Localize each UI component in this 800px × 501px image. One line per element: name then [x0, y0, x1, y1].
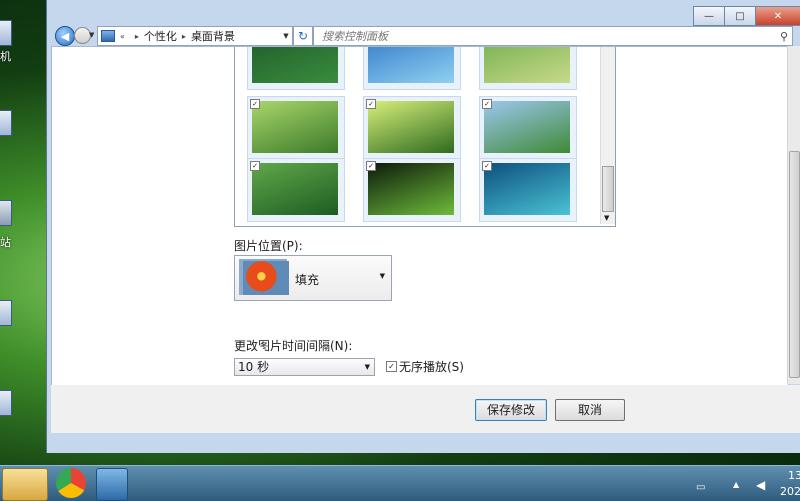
show-hidden-icons-icon[interactable]: ▲ — [733, 480, 739, 489]
minimize-button[interactable]: — — [693, 6, 725, 26]
wallpaper-thumbnail-dew-leaf[interactable]: ✓ — [363, 158, 461, 222]
interval-value: 10 秒 — [238, 360, 270, 374]
control-panel-icon — [101, 30, 115, 42]
refresh-icon: ↻ — [297, 29, 309, 43]
document-icon — [0, 300, 12, 326]
wallpaper-thumbnail-fish-coral[interactable] — [247, 47, 345, 90]
search-box[interactable]: ⚲ — [313, 26, 793, 46]
thumbnail-checkbox[interactable]: ✓ — [366, 161, 376, 171]
desktop-icon-item[interactable] — [0, 300, 40, 340]
chevron-right-icon[interactable]: « — [120, 32, 125, 41]
clock-date[interactable]: 2020 — [780, 485, 800, 498]
thumbnail-checkbox[interactable]: ✓ — [250, 161, 260, 171]
wallpaper-image — [484, 101, 570, 153]
wallpaper-thumbnail-sprout[interactable]: ✓ — [247, 96, 345, 160]
thumbnail-checkbox[interactable]: ✓ — [482, 161, 492, 171]
chevron-right-icon: ▸ — [134, 31, 139, 41]
computer-icon — [0, 20, 12, 46]
wallpaper-thumbnail-bamboo[interactable]: ✓ — [247, 158, 345, 222]
gallery-scrollbar[interactable]: ▼ — [600, 47, 615, 224]
desktop-icon-computer[interactable]: 机 — [0, 20, 40, 63]
clock-time[interactable]: 13 — [788, 469, 800, 482]
control-panel-window: — □ ✕ ◀ ▼ « ▸ 个性化 ▸ 桌面背景 ▼ ↻ ⚲ ▼ ✓ ✓ ✓ ✓ ✓ ✓ — [46, 0, 800, 453]
back-button[interactable]: ◀ — [55, 26, 75, 46]
search-icon[interactable]: ⚲ — [780, 30, 788, 43]
desktop-icon-label: 站 — [0, 236, 11, 249]
wallpaper-image — [368, 47, 454, 83]
chrome-taskbar-button[interactable] — [56, 468, 86, 498]
interval-dropdown[interactable]: 10 秒 ▼ — [234, 358, 375, 376]
cancel-button[interactable]: 取消 — [555, 399, 625, 421]
address-bar[interactable]: « ▸ 个性化 ▸ 桌面背景 ▼ — [97, 26, 293, 46]
document-icon — [0, 390, 12, 416]
checkmark-icon: ✓ — [388, 362, 395, 371]
gallery-scrollbar-thumb[interactable] — [602, 166, 614, 212]
search-input[interactable] — [320, 28, 764, 44]
thumbnail-checkbox[interactable]: ✓ — [250, 99, 260, 109]
desktop-icon-label: 机 — [0, 50, 11, 63]
address-row: ◀ ▼ « ▸ 个性化 ▸ 桌面背景 ▼ ↻ ⚲ — [51, 26, 797, 46]
wallpaper-image — [368, 101, 454, 153]
refresh-button[interactable]: ↻ — [293, 26, 313, 46]
breadcrumb-desktop-background[interactable]: 桌面背景 — [191, 28, 235, 44]
network-icon — [0, 110, 12, 136]
wallpaper-image — [484, 47, 570, 83]
button-bar: 保存修改 取消 — [51, 385, 800, 433]
thumbnail-checkbox[interactable]: ✓ — [366, 99, 376, 109]
wallpaper-thumbnail-green-hills[interactable]: ✓ — [479, 96, 577, 160]
volume-icon[interactable]: ◀ — [756, 478, 765, 492]
wallpaper-thumbnail-lagoon[interactable]: ✓ — [479, 158, 577, 222]
scroll-down-icon[interactable]: ▼ — [604, 214, 609, 222]
control-panel-taskbar-button[interactable] — [96, 468, 128, 501]
save-changes-button[interactable]: 保存修改 — [475, 399, 547, 421]
position-preview-image — [243, 261, 289, 295]
chevron-down-icon: ▼ — [379, 272, 385, 280]
close-button[interactable]: ✕ — [755, 6, 800, 26]
desktop-icon-item[interactable] — [0, 390, 40, 430]
main-scrollbar[interactable] — [787, 46, 800, 384]
picture-position-dropdown[interactable]: 填充 ▼ — [234, 255, 392, 301]
wallpaper-image — [252, 101, 338, 153]
interval-label: 更改图片时间间隔(N): — [234, 339, 353, 353]
wallpaper-thumbnail-palm-beach[interactable] — [363, 47, 461, 90]
shuffle-checkbox[interactable]: ✓ — [386, 361, 397, 372]
wallpaper-image — [252, 163, 338, 215]
picture-position-value: 填充 — [295, 273, 320, 287]
explorer-taskbar-button[interactable] — [2, 468, 48, 501]
shuffle-label[interactable]: 无序播放(S) — [399, 358, 464, 375]
keyboard-icon[interactable]: ▭ — [696, 482, 705, 493]
chevron-down-icon[interactable]: ▼ — [280, 32, 292, 40]
chevron-down-icon: ▼ — [364, 363, 370, 371]
content-pane: ▼ ✓ ✓ ✓ ✓ ✓ ✓ 图片位置(P): 填充 ▼ 更改图片时间间隔(N): 10 秒… — [51, 46, 789, 386]
wallpaper-image — [484, 163, 570, 215]
wallpaper-thumbnail-field-road[interactable] — [479, 47, 577, 90]
arrow-left-icon: ◀ — [60, 29, 70, 43]
recent-pages-dropdown[interactable]: ▼ — [89, 31, 94, 39]
picture-position-label: 图片位置(P): — [234, 239, 303, 253]
recycle-bin-icon — [0, 200, 12, 226]
wallpaper-thumbnail-forest-sun[interactable]: ✓ — [363, 96, 461, 160]
wallpaper-image — [368, 163, 454, 215]
desktop-icon-recycle-bin[interactable]: 站 — [0, 200, 40, 249]
desktop-icon-network[interactable] — [0, 110, 40, 150]
main-scrollbar-thumb[interactable] — [789, 151, 800, 378]
wallpaper-gallery: ▼ ✓ ✓ ✓ ✓ ✓ ✓ — [234, 47, 616, 227]
thumbnail-checkbox[interactable]: ✓ — [482, 99, 492, 109]
breadcrumb-personalization[interactable]: 个性化 — [144, 28, 177, 44]
chevron-right-icon[interactable]: ▸ — [182, 32, 186, 41]
maximize-button[interactable]: □ — [724, 6, 756, 26]
taskbar: ▭ ▲ ◀ 13 2020 — [0, 465, 800, 501]
wallpaper-image — [252, 47, 338, 83]
caption-buttons: — □ ✕ — [693, 6, 800, 26]
